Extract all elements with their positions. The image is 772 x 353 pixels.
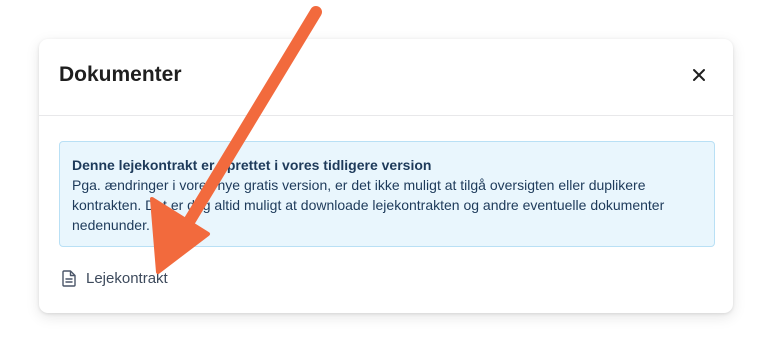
alert-body: Pga. ændringer i vores nye gratis versio… — [72, 177, 665, 233]
page: Dokumenter Denne lejekontrakt er oprette… — [0, 0, 772, 353]
documents-modal: Dokumenter Denne lejekontrakt er oprette… — [39, 39, 733, 313]
alert-title: Denne lejekontrakt er oprettet i vores t… — [72, 157, 432, 173]
document-icon — [61, 269, 77, 287]
modal-header: Dokumenter — [39, 39, 733, 116]
modal-title: Dokumenter — [59, 63, 182, 86]
close-button[interactable] — [687, 63, 711, 87]
close-icon — [693, 69, 705, 81]
info-alert: Denne lejekontrakt er oprettet i vores t… — [59, 141, 715, 247]
document-link-lejekontrakt[interactable]: Lejekontrakt — [61, 268, 168, 288]
document-link-label: Lejekontrakt — [86, 269, 168, 287]
